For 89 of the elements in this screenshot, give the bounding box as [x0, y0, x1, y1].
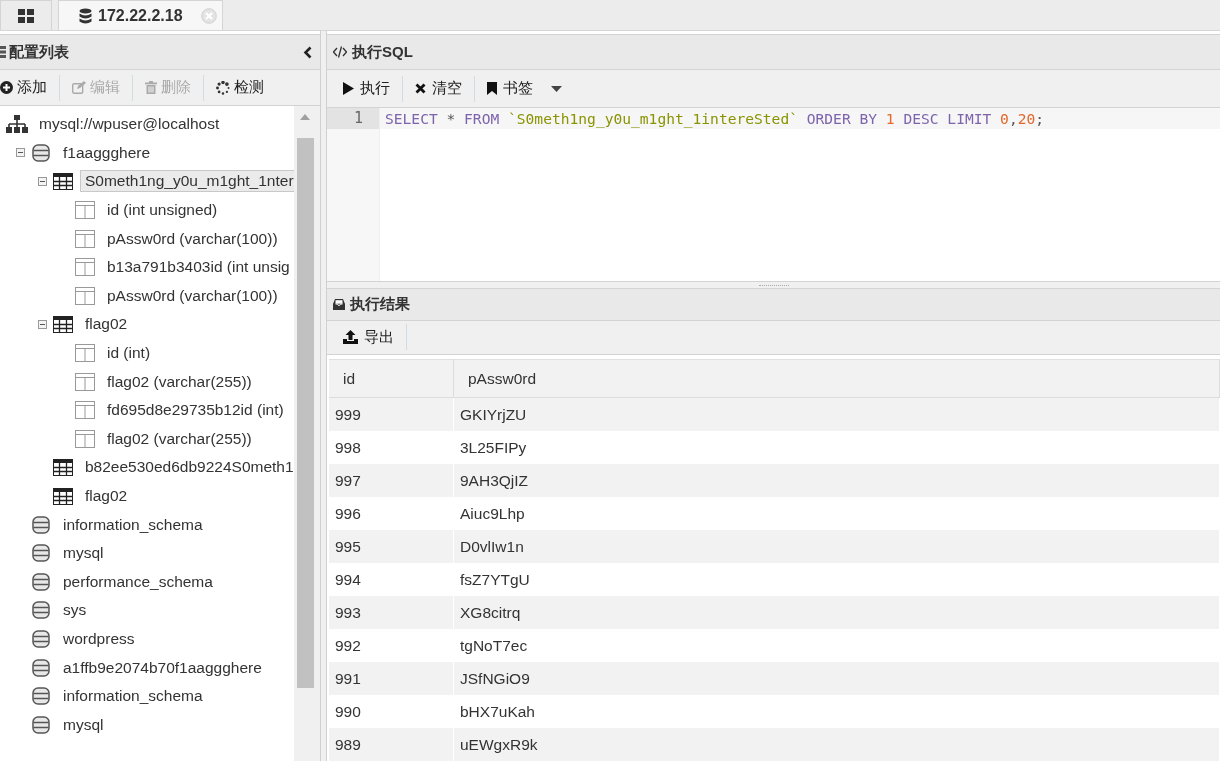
column-icon [75, 229, 95, 248]
database-icon [32, 630, 50, 648]
panel-title: 配置列表 [9, 42, 70, 62]
expander-icon[interactable] [37, 177, 47, 186]
tree-item[interactable]: mysql://wpuser@localhost [34, 113, 225, 136]
database-icon [32, 572, 50, 591]
tree-item[interactable]: mysql [58, 542, 109, 565]
database-icon [32, 544, 50, 563]
database-icon [32, 143, 50, 162]
tree-item[interactable]: pAssw0rd (varchar(100)) [102, 284, 283, 307]
panel-title: 执行结果 [350, 294, 410, 314]
line-number: 1 [327, 108, 379, 129]
tree-item[interactable]: b82ee530ed6db9224S0meth1 [80, 456, 294, 479]
table-cell: 989 [329, 728, 454, 761]
column-header[interactable]: pAssw0rd [453, 359, 1220, 398]
database-icon [32, 687, 50, 706]
database-icon [32, 601, 50, 620]
expander-icon[interactable] [37, 319, 47, 329]
toolbar-button[interactable]: 导出 [331, 324, 406, 351]
tree-item[interactable]: information_schema [58, 513, 208, 536]
column-header[interactable]: id [329, 359, 454, 398]
tree-item[interactable]: information_schema [58, 685, 208, 708]
toolbar-button[interactable]: 书签 [475, 75, 574, 102]
column-icon [75, 258, 95, 277]
table-icon [53, 315, 73, 333]
table-cell: 991 [329, 662, 454, 695]
column-icon [75, 201, 95, 220]
database-icon [32, 715, 50, 734]
list-icon [0, 46, 6, 58]
x-icon [415, 83, 426, 94]
table-cell: 997 [329, 464, 454, 497]
tab[interactable]: 172.22.2.18 [58, 0, 223, 30]
tree-item[interactable]: flag02 (varchar(255)) [102, 427, 257, 450]
tree-item[interactable]: id (int) [102, 342, 156, 365]
table-icon [53, 173, 73, 190]
database-icon [79, 7, 92, 24]
grid-icon [18, 8, 34, 23]
tab[interactable] [0, 0, 52, 30]
column-icon [75, 429, 95, 448]
tree-item[interactable]: f1aaggghere [58, 141, 156, 164]
panel-title: 执行SQL [352, 42, 413, 62]
bookmark-icon [487, 82, 497, 95]
column-icon [75, 286, 95, 305]
collapse-icon[interactable] [303, 45, 312, 59]
tree-item[interactable]: flag02 [80, 485, 133, 507]
toolbar-button[interactable]: 执行 [331, 75, 402, 102]
toolbar-button[interactable]: 检测 [204, 74, 276, 101]
sitemap-icon [6, 115, 28, 134]
tree-item[interactable]: mysql [58, 713, 109, 736]
table-cell: 999 [329, 397, 454, 431]
trash-icon [145, 81, 157, 94]
table-cell: XG8citrq [453, 596, 1220, 629]
column-icon [75, 372, 95, 391]
inbox-icon [333, 298, 345, 310]
table-icon [53, 458, 73, 476]
tree-item[interactable]: id (int unsigned) [102, 199, 223, 222]
toolbar-button[interactable]: 清空 [403, 75, 474, 102]
tree-item[interactable]: flag02 [80, 313, 133, 336]
expander-icon[interactable] [15, 148, 25, 158]
tree-item[interactable]: a1ffb9e2074b70f1aaggghere [58, 656, 267, 679]
play-icon [343, 82, 354, 95]
tree-item[interactable]: performance_schema [58, 570, 218, 593]
edit-icon [72, 81, 86, 94]
tree-item[interactable]: wordpress [58, 628, 140, 650]
table-cell: 995 [329, 530, 454, 563]
plus-icon [0, 81, 13, 94]
upload-icon [343, 330, 358, 345]
table-cell: JSfNGiO9 [453, 662, 1220, 695]
column-icon [75, 401, 95, 420]
tree-item[interactable]: flag02 (varchar(255)) [102, 370, 257, 393]
table-cell: GKIYrjZU [453, 397, 1220, 431]
toolbar-button[interactable]: 添加 [0, 74, 59, 101]
scroll-up-icon [300, 114, 310, 120]
tree-item[interactable]: b13a791b3403id (int unsig [102, 256, 294, 279]
scrollbar[interactable] [294, 106, 320, 761]
database-icon [32, 658, 50, 677]
table-cell: uEWgxR9k [453, 728, 1220, 761]
tree-item[interactable]: fd695d8e29735b12id (int) [102, 399, 289, 422]
table-cell: D0vlIw1n [453, 530, 1220, 563]
tree-item[interactable]: sys [58, 599, 92, 622]
table-cell: 993 [329, 596, 454, 629]
table-icon [53, 487, 73, 505]
tree-item[interactable]: S0meth1ng_y0u_m1ght_1nter [80, 170, 294, 193]
database-icon [32, 515, 50, 534]
spinner-icon [216, 80, 230, 95]
table-cell: 9AH3QjIZ [453, 464, 1220, 497]
tree-item[interactable]: pAssw0rd (varchar(100)) [102, 227, 283, 250]
code-icon [333, 46, 347, 58]
column-icon [75, 344, 95, 363]
